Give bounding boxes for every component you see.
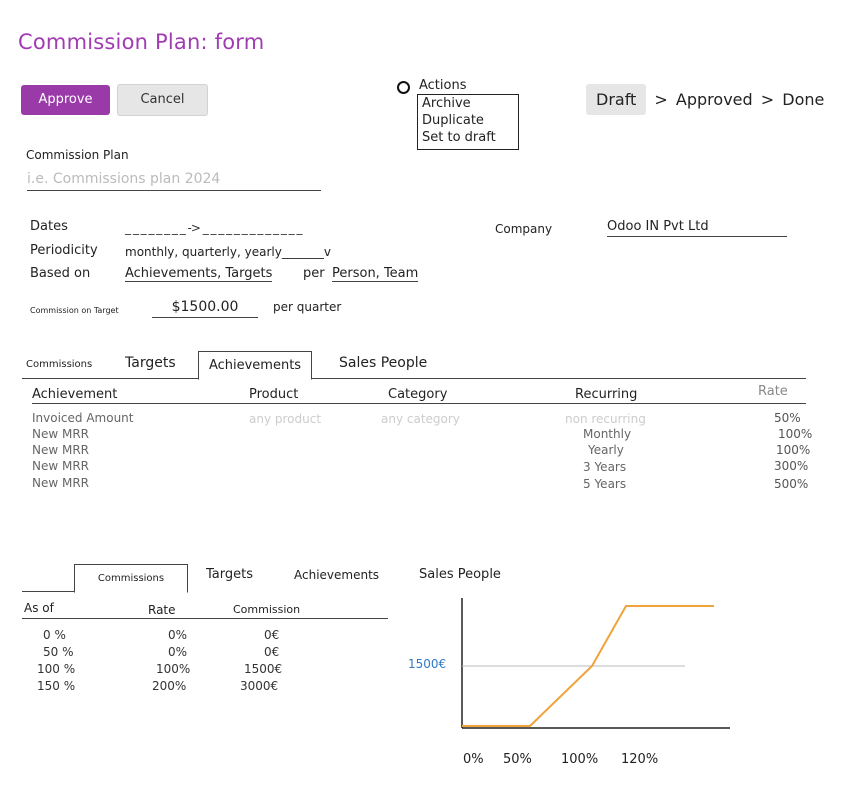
actions-menu: Archive Duplicate Set to draft <box>417 94 519 150</box>
status-separator-icon: > <box>654 90 668 109</box>
commission-cell: 1500€ <box>244 662 283 676</box>
commission-cell: 3000€ <box>240 679 279 693</box>
status-approved[interactable]: Approved <box>676 90 753 109</box>
column-recurring: Recurring <box>575 387 638 402</box>
achievement-cell: New MRR <box>32 476 90 490</box>
column-product: Product <box>249 387 299 402</box>
tab-targets-bottom[interactable]: Targets <box>206 567 253 582</box>
commission-cell: 0€ <box>264 645 280 659</box>
action-duplicate[interactable]: Duplicate <box>418 112 518 129</box>
x-tick-label: 50% <box>503 752 532 767</box>
commission-cell: 0€ <box>264 628 280 642</box>
dates-input[interactable]: _ _ _ _ _ _ _ _ -> _ _ _ _ _ _ _ _ _ _ _… <box>125 221 302 235</box>
recurring-cell: Yearly <box>588 443 624 457</box>
tab-commissions[interactable]: Commissions <box>26 359 92 370</box>
plan-name-label: Commission Plan <box>26 148 129 162</box>
recurring-cell: 5 Years <box>583 477 627 491</box>
actions-radio-icon[interactable] <box>397 81 410 94</box>
rate-cell: 100% <box>156 662 191 676</box>
company-label: Company <box>495 222 553 236</box>
as-of-cell: 150 % <box>37 679 76 693</box>
tab-sales-people[interactable]: Sales People <box>339 355 427 371</box>
as-of-cell: 50 % <box>43 645 74 659</box>
rate-cell: 200% <box>152 679 187 693</box>
plan-name-input[interactable]: i.e. Commissions plan 2024 <box>27 171 321 191</box>
page-title: Commission Plan: form <box>18 30 265 54</box>
based-on-label: Based on <box>30 266 91 281</box>
per-field[interactable]: Person, Team <box>332 266 419 282</box>
as-of-cell: 100 % <box>37 662 76 676</box>
achievement-cell: New MRR <box>32 427 90 441</box>
achievement-cell: New MRR <box>32 443 90 457</box>
approve-button[interactable]: Approve <box>21 85 110 115</box>
based-on-field[interactable]: Achievements, Targets <box>125 266 273 282</box>
tab-targets[interactable]: Targets <box>125 355 176 371</box>
recurring-cell: 3 Years <box>583 460 627 474</box>
per-label: per <box>303 266 325 281</box>
status-separator-icon: > <box>760 90 775 109</box>
rate-cell: 0% <box>168 645 188 659</box>
column-rate: Rate <box>758 384 788 399</box>
tabs-bottom-underline-left <box>22 591 74 592</box>
actions-label[interactable]: Actions <box>419 78 467 93</box>
rate-cell: 0% <box>168 628 188 642</box>
commission-target-label: Commission on Target <box>30 306 119 315</box>
commission-chart <box>461 598 730 729</box>
rate-cell: 100% <box>776 443 811 457</box>
category-cell: any category <box>381 412 460 426</box>
recurring-cell: Monthly <box>583 427 632 441</box>
commission-target-period: per quarter <box>273 300 342 314</box>
rate-cell: 100% <box>778 427 813 441</box>
rate-cell: 500% <box>774 477 809 491</box>
tabs-top-underline <box>22 378 806 379</box>
commission-header-line <box>22 618 388 619</box>
tab-achievements[interactable]: Achievements <box>198 351 312 380</box>
x-tick-label: 0% <box>463 752 484 767</box>
dates-label: Dates <box>30 219 68 234</box>
x-tick-label: 100% <box>561 752 599 767</box>
as-of-cell: 0 % <box>43 628 66 642</box>
reference-value-label: 1500€ <box>408 657 447 671</box>
status-draft[interactable]: Draft <box>586 84 647 115</box>
tab-commissions-bottom[interactable]: Commissions <box>74 564 188 593</box>
column-rate-bottom: Rate <box>148 603 176 617</box>
commission-target-input[interactable]: $1500.00 <box>152 299 258 318</box>
x-tick-label: 120% <box>621 752 659 767</box>
column-commission: Commission <box>233 603 301 616</box>
periodicity-label: Periodicity <box>30 243 98 258</box>
recurring-cell: non recurring <box>565 412 646 426</box>
company-field[interactable]: Odoo IN Pvt Ltd <box>607 219 787 237</box>
status-bar: Draft > Approved > Done <box>586 84 824 115</box>
achievement-cell: New MRR <box>32 459 90 473</box>
column-category: Category <box>388 387 448 402</box>
cancel-button[interactable]: Cancel <box>117 84 208 116</box>
rate-cell: 50% <box>774 411 801 425</box>
tab-achievements-bottom[interactable]: Achievements <box>294 568 379 582</box>
column-as-of: As of <box>24 601 54 615</box>
achievement-cell: Invoiced Amount <box>32 411 134 425</box>
rate-cell: 300% <box>774 459 809 473</box>
tab-sales-people-bottom[interactable]: Sales People <box>419 567 501 582</box>
periodicity-select[interactable]: monthly, quarterly, yearly_______v <box>125 245 331 259</box>
action-archive[interactable]: Archive <box>418 95 518 112</box>
product-cell: any product <box>249 412 322 426</box>
achievements-header-line <box>32 403 806 404</box>
column-achievement: Achievement <box>32 387 118 402</box>
status-done[interactable]: Done <box>782 90 824 109</box>
action-set-to-draft[interactable]: Set to draft <box>418 129 518 146</box>
